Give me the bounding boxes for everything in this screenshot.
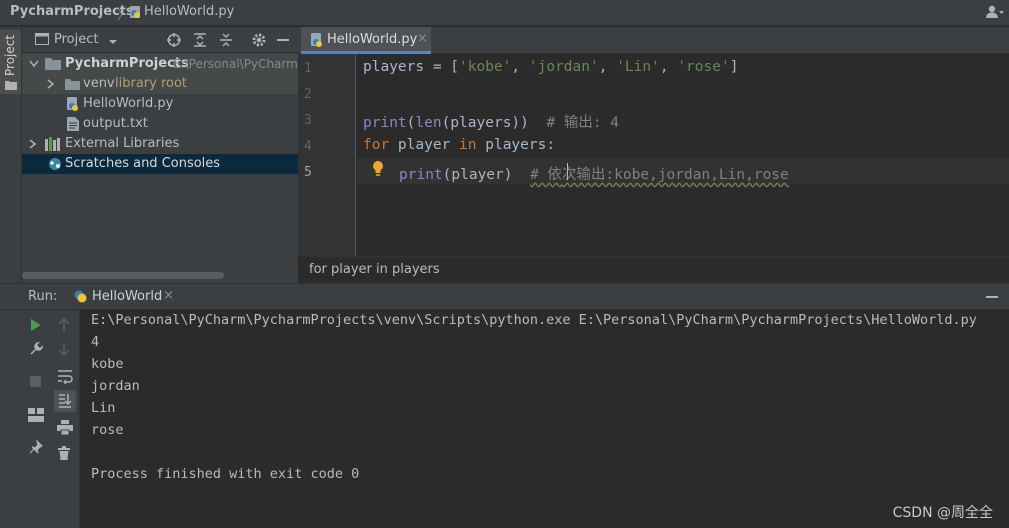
console-line: kobe <box>91 356 124 372</box>
line-number: 4 <box>304 139 312 154</box>
text-caret <box>567 163 568 180</box>
tree-item-label: HelloWorld.py <box>83 96 174 111</box>
run-toolbar <box>0 310 80 528</box>
tree-item-file[interactable]: output.txt <box>22 114 298 134</box>
line-number: 1 <box>304 61 312 76</box>
wrench-icon[interactable] <box>29 342 43 356</box>
line-number: 3 <box>304 113 312 128</box>
run-tab-label[interactable]: HelloWorld <box>92 289 162 304</box>
arrow-down-icon[interactable] <box>58 342 70 356</box>
project-view-title[interactable]: Project <box>54 32 98 47</box>
tree-item-label: venv <box>83 76 115 91</box>
chevron-right-icon[interactable] <box>29 139 37 149</box>
lightbulb-icon[interactable] <box>371 160 385 178</box>
title-bar: PycharmProjects 〉 HelloWorld.py <box>0 0 1009 26</box>
python-file-icon <box>67 97 78 111</box>
file-breadcrumb[interactable]: HelloWorld.py <box>144 4 234 19</box>
tree-item-note: library root <box>115 76 188 91</box>
python-file-icon <box>128 5 142 23</box>
console-output[interactable] <box>80 310 1009 528</box>
code-line[interactable]: print(player) # 依次输出:kobe,jordan,Lin,ros… <box>399 163 789 184</box>
project-side-tab-label: Project <box>3 34 17 76</box>
editor-tab[interactable]: HelloWorld.py × <box>301 27 431 54</box>
folder-icon <box>5 81 17 90</box>
project-view-icon <box>35 33 49 49</box>
chevron-down-icon[interactable] <box>108 35 118 50</box>
tree-item-file[interactable]: HelloWorld.py <box>22 94 298 114</box>
code-line[interactable]: players = ['kobe', 'jordan', 'Lin', 'ros… <box>363 59 738 75</box>
python-file-icon <box>311 33 322 47</box>
console-line: E:\Personal\PyCharm\PycharmProjects\venv… <box>91 312 977 328</box>
horizontal-scrollbar[interactable] <box>22 272 224 279</box>
folder-icon <box>45 58 61 70</box>
scroll-to-end-toggle[interactable] <box>54 390 76 412</box>
pin-icon[interactable] <box>29 440 43 454</box>
print-icon[interactable] <box>57 420 73 435</box>
minimize-icon[interactable] <box>277 39 289 41</box>
project-panel-header: Project <box>22 27 298 53</box>
scratches-icon <box>49 158 61 170</box>
line-number: 5 <box>304 165 312 180</box>
tree-item-scratches[interactable]: Scratches and Consoles <box>22 154 298 174</box>
layout-icon[interactable] <box>28 408 44 422</box>
editor-breadcrumb-bar: for player in players <box>298 256 1009 283</box>
trash-icon[interactable] <box>58 446 70 460</box>
text-file-icon <box>67 117 79 131</box>
expand-all-icon[interactable] <box>192 32 208 52</box>
folder-icon <box>65 79 80 90</box>
tree-item-label: Scratches and Consoles <box>65 156 221 171</box>
editor-breadcrumb[interactable]: for player in players <box>309 262 440 277</box>
locate-icon[interactable] <box>166 32 182 52</box>
tree-item-label: output.txt <box>83 116 148 131</box>
tree-item-root[interactable]: PycharmProjects E:\Personal\PyCharm\ <box>22 54 298 74</box>
console-line: rose <box>91 422 124 438</box>
tree-item-path: E:\Personal\PyCharm\ <box>173 57 298 71</box>
stop-icon[interactable] <box>30 376 41 387</box>
close-icon[interactable]: × <box>417 31 428 46</box>
run-label: Run: <box>28 289 58 304</box>
editor-tab-label: HelloWorld.py <box>327 32 418 47</box>
scroll-to-end-icon <box>59 394 72 408</box>
console-line: Process finished with exit code 0 <box>91 466 360 482</box>
user-icon[interactable] <box>986 5 1004 23</box>
project-side-tab[interactable]: Project <box>0 30 21 94</box>
tree-item-label: External Libraries <box>65 136 180 151</box>
chevron-down-icon[interactable] <box>29 60 39 68</box>
watermark: CSDN @周全全 <box>892 505 993 521</box>
console-line: 4 <box>91 334 100 350</box>
library-icon <box>45 137 60 151</box>
tree-item-venv[interactable]: venv library root <box>22 74 298 94</box>
tree-item-label: PycharmProjects <box>65 56 189 71</box>
line-number: 2 <box>304 87 312 102</box>
project-breadcrumb[interactable]: PycharmProjects <box>10 4 134 19</box>
code-line[interactable]: print(len(players)) # 输出: 4 <box>363 111 619 132</box>
console-line: Lin <box>91 400 116 416</box>
collapse-all-icon[interactable] <box>218 32 234 52</box>
python-icon <box>74 290 87 303</box>
tree-item-external-libraries[interactable]: External Libraries <box>22 134 298 154</box>
line-number-gutter <box>298 54 356 256</box>
code-line[interactable]: for player in players: <box>363 137 555 153</box>
soft-wrap-icon[interactable] <box>57 368 73 384</box>
rerun-icon[interactable] <box>30 318 42 332</box>
minimize-icon[interactable] <box>986 296 998 298</box>
close-icon[interactable]: × <box>163 288 174 303</box>
run-panel-header: Run: HelloWorld × <box>0 283 1009 310</box>
arrow-up-icon[interactable] <box>58 318 70 332</box>
gear-icon[interactable] <box>251 32 267 52</box>
console-line: jordan <box>91 378 140 394</box>
chevron-right-icon[interactable] <box>47 79 55 89</box>
